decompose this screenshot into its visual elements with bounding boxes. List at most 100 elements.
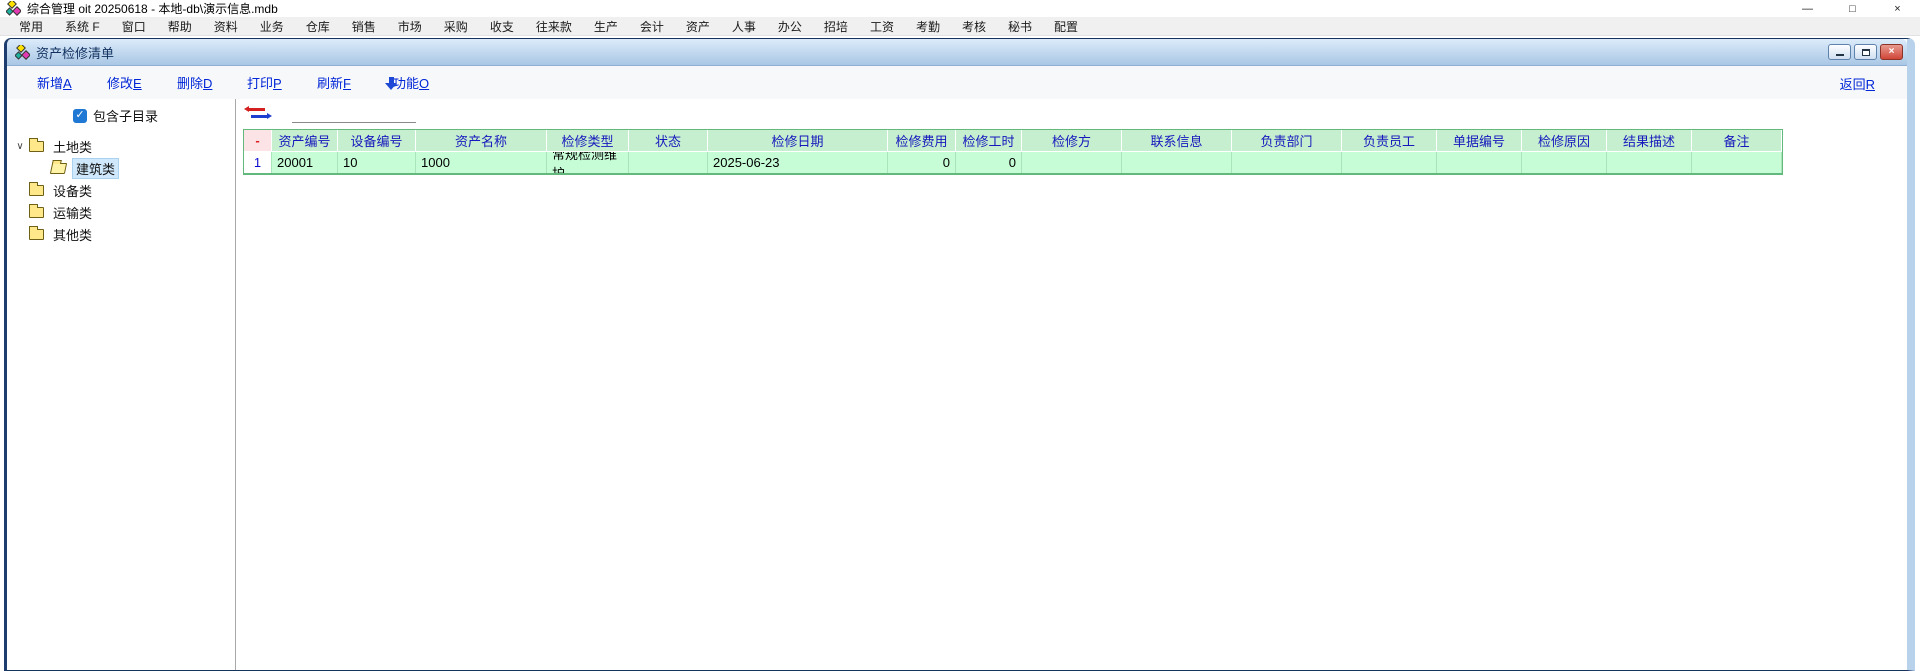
toolbar-button[interactable]: 新增A: [37, 73, 79, 92]
table-cell[interactable]: 0: [888, 152, 956, 173]
menu-bar: 常用系统 F窗口帮助资料业务仓库销售市场采购收支往来款生产会计资产人事办公招培工…: [0, 17, 1920, 36]
menu-item[interactable]: 考勤: [905, 17, 951, 36]
menu-item[interactable]: 收支: [479, 17, 525, 36]
column-header[interactable]: 联系信息: [1122, 130, 1232, 152]
include-subdir-label: 包含子目录: [93, 106, 158, 125]
include-subdir-row[interactable]: ✓ 包含子目录: [73, 106, 158, 125]
column-header[interactable]: 备注: [1692, 130, 1782, 152]
toolbar-button[interactable]: 刷新F: [317, 73, 359, 92]
column-header[interactable]: 负责部门: [1232, 130, 1342, 152]
menu-item[interactable]: 往来款: [525, 17, 583, 36]
window-title: 综合管理 oit 20250618 - 本地-db\演示信息.mdb: [27, 0, 278, 17]
menu-item[interactable]: 业务: [249, 17, 295, 36]
table-cell[interactable]: 1000: [416, 152, 547, 173]
tree-item-运输类[interactable]: 运输类: [13, 201, 231, 223]
diamonds-app-icon: [15, 45, 30, 60]
column-header[interactable]: 检修类型: [547, 130, 629, 152]
menu-item[interactable]: 窗口: [111, 17, 157, 36]
inner-restore-button[interactable]: [1854, 44, 1877, 60]
column-header[interactable]: 检修费用: [888, 130, 956, 152]
back-button[interactable]: 返回R: [1840, 74, 1875, 93]
toolbar-button-label: 删除D: [177, 73, 212, 92]
swap-arrows-icon[interactable]: [249, 107, 267, 121]
table-cell[interactable]: [629, 152, 708, 173]
menu-item[interactable]: 招培: [813, 17, 859, 36]
table-cell[interactable]: 2025-06-23: [708, 152, 888, 173]
table-cell[interactable]: [1342, 152, 1437, 173]
tree-item-建筑类[interactable]: 建筑类: [13, 157, 231, 179]
table-row[interactable]: 120001101000常规检测维护2025-06-2300: [244, 152, 1782, 173]
minimize-button[interactable]: —: [1785, 0, 1830, 17]
menu-item[interactable]: 会计: [629, 17, 675, 36]
maximize-icon: □: [1849, 3, 1856, 15]
menu-item[interactable]: 资料: [203, 17, 249, 36]
menu-item[interactable]: 办公: [767, 17, 813, 36]
toolbar-button[interactable]: 打印P: [247, 73, 289, 92]
close-icon: ×: [1889, 47, 1895, 57]
asset-inspection-window: 资产检修清单 × 新增A修改E删除D打印P刷新F功能O返回R ✓ 包含子目录 ∨…: [4, 38, 1915, 671]
maximize-button[interactable]: □: [1830, 0, 1875, 17]
include-subdir-checkbox[interactable]: ✓: [73, 109, 87, 123]
column-header[interactable]: 状态: [629, 130, 708, 152]
menu-item[interactable]: 销售: [341, 17, 387, 36]
tree-item-其他类[interactable]: 其他类: [13, 223, 231, 245]
table-cell[interactable]: [1607, 152, 1692, 173]
menu-item[interactable]: 生产: [583, 17, 629, 36]
column-header[interactable]: 设备编号: [338, 130, 416, 152]
table-cell[interactable]: 10: [338, 152, 416, 173]
table-cell[interactable]: [1522, 152, 1607, 173]
menu-item[interactable]: 帮助: [157, 17, 203, 36]
window-body: ✓ 包含子目录 ∨土地类建筑类设备类运输类其他类 -资产编号设备编号资产名称检修…: [7, 99, 1907, 670]
table-cell[interactable]: 0: [956, 152, 1022, 173]
column-header[interactable]: 检修方: [1022, 130, 1122, 152]
minimize-icon: [1836, 54, 1844, 56]
column-header[interactable]: 资产编号: [272, 130, 338, 152]
os-titlebar: 综合管理 oit 20250618 - 本地-db\演示信息.mdb — □ ×: [0, 0, 1920, 17]
column-header[interactable]: 负责员工: [1342, 130, 1437, 152]
app-icon: [6, 1, 21, 16]
tree-item-label: 运输类: [50, 203, 95, 222]
folder-icon: [29, 229, 44, 240]
tree-item-土地类[interactable]: ∨土地类: [13, 135, 231, 157]
inner-close-button[interactable]: ×: [1880, 44, 1903, 60]
toolbar-button[interactable]: 修改E: [107, 73, 149, 92]
menu-item[interactable]: 常用: [8, 17, 54, 36]
table-cell[interactable]: 常规检测维护: [547, 152, 629, 173]
menu-item[interactable]: 仓库: [295, 17, 341, 36]
close-icon: ×: [1894, 3, 1900, 15]
column-header[interactable]: 检修原因: [1522, 130, 1607, 152]
table-cell[interactable]: 20001: [272, 152, 338, 173]
toolbar-button-label: 打印P: [247, 73, 282, 92]
table-cell[interactable]: [1692, 152, 1782, 173]
column-header[interactable]: -: [244, 130, 272, 152]
table-cell[interactable]: [1122, 152, 1232, 173]
menu-item[interactable]: 市场: [387, 17, 433, 36]
column-header[interactable]: 检修工时: [956, 130, 1022, 152]
row-number-cell[interactable]: 1: [244, 152, 272, 173]
tree-item-label: 建筑类: [72, 158, 119, 179]
menu-item[interactable]: 资产: [675, 17, 721, 36]
toolbar-button-label: 刷新F: [317, 73, 351, 92]
close-button[interactable]: ×: [1875, 0, 1920, 17]
filter-input[interactable]: [292, 105, 416, 123]
column-header[interactable]: 单据编号: [1437, 130, 1522, 152]
toolbar-button[interactable]: 功能O: [387, 73, 429, 92]
tree-item-设备类[interactable]: 设备类: [13, 179, 231, 201]
inner-minimize-button[interactable]: [1828, 44, 1851, 60]
tree-item-label: 设备类: [50, 181, 95, 200]
menu-item[interactable]: 秘书: [997, 17, 1043, 36]
column-header[interactable]: 检修日期: [708, 130, 888, 152]
table-cell[interactable]: [1437, 152, 1522, 173]
menu-item[interactable]: 考核: [951, 17, 997, 36]
column-header[interactable]: 资产名称: [416, 130, 547, 152]
table-cell[interactable]: [1232, 152, 1342, 173]
menu-item[interactable]: 工资: [859, 17, 905, 36]
menu-item[interactable]: 系统 F: [54, 17, 111, 36]
menu-item[interactable]: 采购: [433, 17, 479, 36]
column-header[interactable]: 结果描述: [1607, 130, 1692, 152]
table-cell[interactable]: [1022, 152, 1122, 173]
menu-item[interactable]: 配置: [1043, 17, 1089, 36]
menu-item[interactable]: 人事: [721, 17, 767, 36]
toolbar-button[interactable]: 删除D: [177, 73, 219, 92]
toolbar-button-label: 功能O: [393, 73, 429, 92]
